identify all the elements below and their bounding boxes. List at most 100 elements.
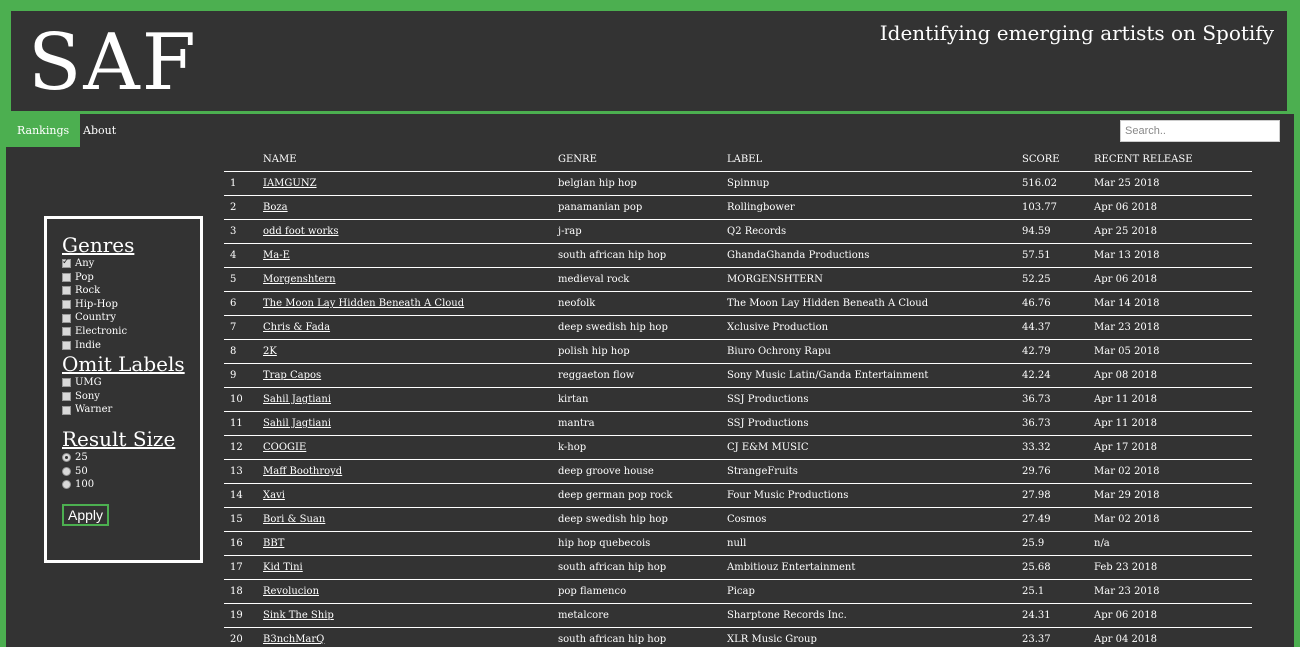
artist-link[interactable]: Ma-E (263, 250, 290, 261)
label-cell: XLR Music Group (727, 627, 1022, 647)
checkbox[interactable] (62, 340, 71, 350)
artist-link[interactable]: Sink The Ship (263, 610, 334, 621)
result-size-option-label: 25 (75, 451, 88, 463)
label-cell: CJ E&M MUSIC (727, 435, 1022, 460)
radio-button[interactable] (62, 480, 71, 490)
score-cell: 42.79 (1022, 339, 1094, 364)
artist-link[interactable]: BBT (263, 538, 284, 549)
checkbox[interactable] (62, 327, 71, 337)
search-input[interactable] (1120, 120, 1280, 142)
score-cell: 46.76 (1022, 291, 1094, 316)
recent-release-cell: Mar 05 2018 (1094, 339, 1252, 364)
genre-option-label: Indie (75, 339, 101, 351)
genre-cell: reggaeton flow (558, 363, 727, 388)
genre-cell: panamanian pop (558, 195, 727, 220)
genre-cell: deep swedish hip hop (558, 315, 727, 340)
nav-about[interactable]: About (72, 114, 127, 147)
genre-option[interactable]: Electronic (62, 325, 200, 339)
genre-option[interactable]: Any (62, 256, 200, 271)
site-logo[interactable]: SAF (28, 19, 198, 107)
recent-release-cell: n/a (1094, 531, 1252, 556)
checkbox[interactable] (62, 256, 71, 270)
artist-link[interactable]: The Moon Lay Hidden Beneath A Cloud (263, 298, 464, 309)
rank-cell: 1 (224, 171, 263, 196)
result-size-option[interactable]: 100 (62, 478, 200, 492)
artist-link[interactable]: Boza (263, 202, 288, 213)
artist-link[interactable]: Revolucion (263, 586, 319, 597)
genre-cell: j-rap (558, 219, 727, 244)
omit-label-option[interactable]: UMG (62, 376, 200, 390)
radio-button[interactable] (62, 466, 71, 476)
genre-option[interactable]: Hip-Hop (62, 298, 200, 312)
artist-name-cell: B3nchMarQ (263, 627, 558, 647)
checkbox[interactable] (62, 405, 71, 415)
artist-link[interactable]: Sahil Jagtiani (263, 394, 331, 405)
omit-labels-list: UMG Sony Warner (62, 376, 200, 417)
rank-cell: 8 (224, 339, 263, 364)
checkbox[interactable] (62, 272, 71, 282)
artist-name-cell: Chris & Fada (263, 315, 558, 340)
navbar: Rankings About (6, 114, 1294, 147)
artist-link[interactable]: Chris & Fada (263, 322, 330, 333)
score-cell: 29.76 (1022, 459, 1094, 484)
rank-cell: 13 (224, 459, 263, 484)
result-size-option[interactable]: 25 (62, 451, 200, 465)
artist-name-cell: Sahil Jagtiani (263, 411, 558, 436)
result-size-option-label: 50 (75, 465, 88, 477)
genre-cell: neofolk (558, 291, 727, 316)
artist-link[interactable]: Morgenshtern (263, 274, 336, 285)
omit-label-option[interactable]: Sony (62, 390, 200, 404)
apply-button[interactable]: Apply (62, 503, 110, 526)
checkbox[interactable] (62, 313, 71, 323)
artist-link[interactable]: Maff Boothroyd (263, 466, 342, 477)
artist-name-cell: The Moon Lay Hidden Beneath A Cloud (263, 291, 558, 316)
rank-cell: 5 (224, 267, 263, 292)
table-row: 16 BBT hip hop quebecois null 25.9 n/a (224, 531, 1252, 556)
artist-link[interactable]: B3nchMarQ (263, 634, 324, 645)
genre-option[interactable]: Rock (62, 284, 200, 298)
nav-rankings[interactable]: Rankings (6, 114, 81, 147)
checkbox[interactable] (62, 286, 71, 296)
genre-cell: belgian hip hop (558, 171, 727, 196)
label-cell: Spinnup (727, 171, 1022, 196)
omit-label-option[interactable]: Warner (62, 403, 200, 417)
artist-name-cell: COOGIE (263, 435, 558, 460)
label-cell: Picap (727, 579, 1022, 604)
genre-cell: k-hop (558, 435, 727, 460)
label-cell: Ambitiouz Entertainment (727, 555, 1022, 580)
artist-name-cell: Maff Boothroyd (263, 459, 558, 484)
genre-option-label: Pop (75, 271, 94, 283)
label-cell: Rollingbower (727, 195, 1022, 220)
artist-link[interactable]: 2K (263, 346, 277, 357)
artist-link[interactable]: Sahil Jagtiani (263, 418, 331, 429)
table-row: 17 Kid Tini south african hip hop Ambitiouz… (224, 555, 1252, 580)
radio-button[interactable] (62, 453, 71, 463)
checkbox[interactable] (62, 392, 71, 402)
artist-link[interactable]: Xavi (263, 490, 285, 501)
artist-link[interactable]: Trap Capos (263, 370, 321, 381)
genre-option[interactable]: Pop (62, 271, 200, 285)
checkbox[interactable] (62, 300, 71, 310)
score-cell: 516.02 (1022, 171, 1094, 196)
artist-link[interactable]: Bori & Suan (263, 514, 325, 525)
artist-link[interactable]: IAMGUNZ (263, 178, 317, 189)
rank-cell: 14 (224, 483, 263, 508)
artist-link[interactable]: Kid Tini (263, 562, 303, 573)
table-row: 13 Maff Boothroyd deep groove house Strange… (224, 459, 1252, 484)
result-size-option[interactable]: 50 (62, 465, 200, 479)
genre-option[interactable]: Indie (62, 339, 200, 353)
artist-link[interactable]: COOGIE (263, 442, 306, 453)
table-row: 19 Sink The Ship metalcore Sharptone Record… (224, 603, 1252, 628)
recent-release-cell: Apr 25 2018 (1094, 219, 1252, 244)
genre-option[interactable]: Country (62, 311, 200, 325)
table-row: 10 Sahil Jagtiani kirtan SSJ Productions 36.… (224, 387, 1252, 412)
artist-name-cell: Kid Tini (263, 555, 558, 580)
table-row: 18 Revolucion pop flamenco Picap 25.1 Mar 23 … (224, 579, 1252, 604)
score-cell: 25.1 (1022, 579, 1094, 604)
table-row: 5 Morgenshtern medieval rock MORGENSHTERN 52… (224, 267, 1252, 292)
artist-link[interactable]: odd foot works (263, 226, 339, 237)
checkbox[interactable] (62, 378, 71, 388)
table-row: 6 The Moon Lay Hidden Beneath A Cloud neof… (224, 291, 1252, 316)
rank-cell: 19 (224, 603, 263, 628)
label-cell: SSJ Productions (727, 387, 1022, 412)
